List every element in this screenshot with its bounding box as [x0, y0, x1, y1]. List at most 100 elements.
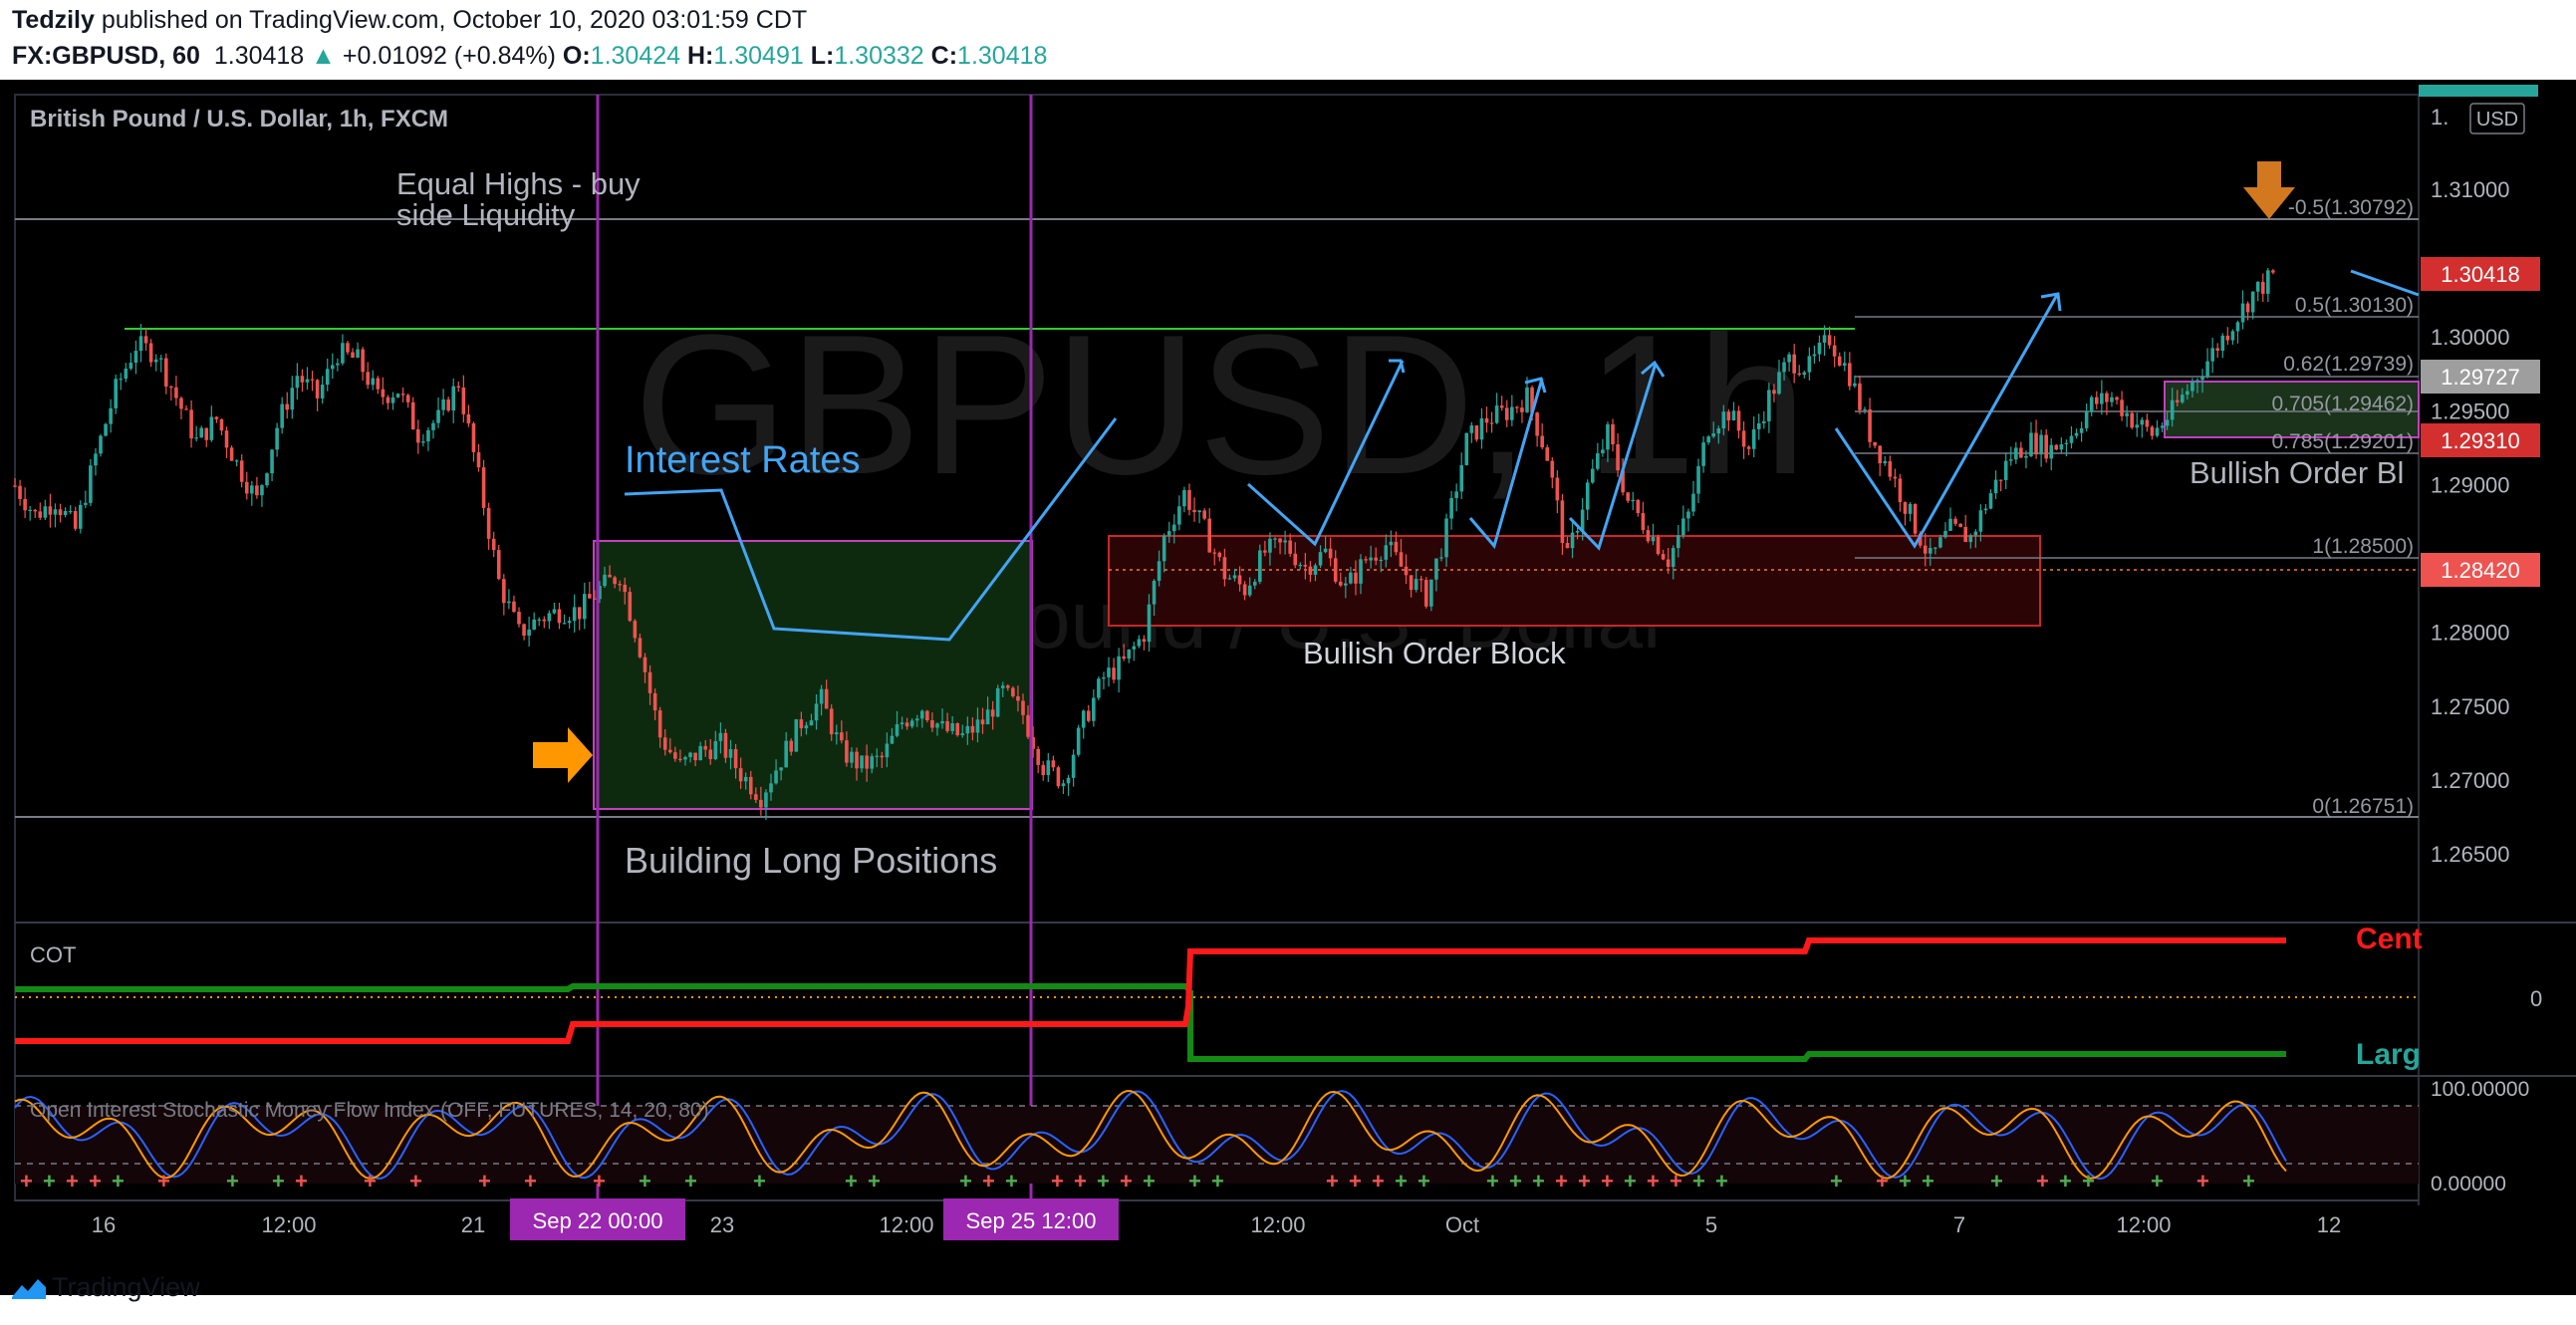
equal-highs-text-1[interactable]: Equal Highs - buy	[396, 166, 641, 201]
candle-body	[174, 387, 178, 398]
candle-body	[1888, 460, 1893, 477]
candle-body	[1107, 667, 1111, 677]
candle-body	[275, 427, 279, 450]
candle-body	[184, 408, 188, 410]
osc-signal-marker: +	[2082, 1169, 2095, 1193]
candle-body	[1903, 502, 1908, 514]
candle-body	[1641, 512, 1646, 531]
candle-body	[1983, 508, 1988, 511]
candle-body	[1051, 760, 1056, 768]
candle-body	[1545, 447, 1550, 461]
candle-body	[643, 657, 647, 672]
cot-green-line-bottom[interactable]	[1187, 990, 2286, 1062]
candle-body	[1560, 500, 1565, 543]
cot-green-line-top[interactable]	[15, 983, 1192, 993]
candle-body	[1626, 492, 1630, 501]
zone-bullish-order-block[interactable]	[1108, 535, 2041, 627]
x-tick: 7	[1953, 1212, 1965, 1237]
candle-body	[1166, 531, 1171, 536]
candle-body	[381, 389, 386, 398]
candle-body	[1076, 727, 1081, 755]
candle-body	[2181, 395, 2185, 402]
candle-body	[920, 710, 924, 719]
candle-body	[1988, 493, 1993, 509]
candle-body	[290, 388, 295, 410]
candle-body	[904, 722, 909, 727]
candle-body	[2044, 434, 2048, 459]
candle-body	[405, 395, 410, 402]
osc-signal-marker: +	[1509, 1169, 1522, 1193]
candle-body	[940, 720, 944, 724]
candle-body	[148, 343, 153, 363]
candle-body	[1822, 335, 1827, 343]
candle-body	[688, 752, 692, 757]
candle-body	[1681, 518, 1685, 536]
candle-body	[840, 732, 844, 741]
candle-body	[2240, 303, 2245, 323]
candle-body	[2029, 432, 2033, 456]
candle-body	[1328, 548, 1333, 559]
y-tick: 1.29000	[2431, 472, 2510, 497]
orange-right-arrow-icon[interactable]	[533, 727, 593, 783]
bullish-ob-text[interactable]: Bullish Order Block	[1303, 636, 1566, 670]
candle-body	[1434, 558, 1438, 580]
candle-body	[880, 755, 885, 758]
bullish-ob-right-text[interactable]: Bullish Order Bl	[2190, 455, 2404, 490]
candle-body	[1349, 572, 1353, 584]
candle-body	[214, 416, 219, 419]
candle-body	[2115, 397, 2119, 400]
candle-body	[2235, 322, 2240, 332]
publish-header: Tedzily published on TradingView.com, Oc…	[0, 0, 2576, 80]
candle-body	[2225, 335, 2230, 341]
interest-rates-text[interactable]: Interest Rates	[625, 439, 861, 481]
candle-body	[2105, 393, 2109, 402]
osc-signal-marker: +	[982, 1169, 995, 1193]
candle-body	[84, 502, 88, 505]
candle-body	[129, 362, 133, 370]
osc-signal-marker: +	[2242, 1169, 2255, 1193]
chart-area[interactable]: GBPUSD, 1h British Pound / U.S. Dollar B…	[0, 80, 2576, 1295]
y-tick: 1.30000	[2431, 325, 2510, 350]
building-long-text[interactable]: Building Long Positions	[625, 840, 997, 881]
candle-body	[1520, 407, 1524, 412]
drawn-arrow-5[interactable]	[2350, 269, 2420, 297]
candle-body	[593, 598, 597, 600]
candle-body	[164, 358, 168, 387]
candle-body	[1631, 499, 1636, 502]
candle-body	[698, 745, 702, 761]
candle-body	[1117, 656, 1121, 680]
candle-body	[486, 507, 491, 539]
osc-signal-marker: +	[1578, 1169, 1591, 1193]
candle-body	[1399, 552, 1404, 567]
candle-body	[1792, 354, 1796, 374]
candle-body	[582, 594, 587, 620]
tradingview-brand[interactable]: TradingView	[52, 1272, 200, 1303]
candle-body	[1454, 491, 1458, 498]
candle-body	[1721, 411, 1726, 429]
osc-signal-marker: +	[364, 1169, 377, 1193]
equal-highs-text-2[interactable]: side Liquidity	[396, 197, 576, 232]
candle-body	[2186, 391, 2190, 396]
author-name[interactable]: Tedzily	[12, 6, 95, 34]
candle-body	[1671, 548, 1675, 567]
candle-body	[1263, 550, 1267, 553]
candle-body	[1590, 468, 1595, 483]
candle-body	[1338, 581, 1343, 586]
candle-body	[1802, 372, 1807, 376]
zone-building-long[interactable]	[593, 540, 1033, 810]
candle-body	[2074, 432, 2079, 436]
time-axis[interactable]: 16 12:00 21 23 12:00 12:00 Oct 5 7 12:00…	[92, 1198, 2341, 1240]
candle-body	[1853, 383, 1857, 387]
tradingview-logo-icon[interactable]	[10, 1273, 50, 1303]
chart-svg[interactable]: GBPUSD, 1h British Pound / U.S. Dollar B…	[0, 80, 2576, 1295]
candle-body	[1601, 449, 1605, 454]
candle-body	[265, 473, 269, 486]
candle-body	[104, 423, 108, 436]
candle-body	[683, 756, 687, 760]
candle-body	[955, 722, 960, 735]
candle-body	[336, 363, 340, 366]
osc-signal-marker: +	[593, 1169, 606, 1193]
candle-body	[476, 451, 481, 468]
candle-body	[260, 485, 264, 496]
osc-signal-marker: +	[1555, 1169, 1568, 1193]
